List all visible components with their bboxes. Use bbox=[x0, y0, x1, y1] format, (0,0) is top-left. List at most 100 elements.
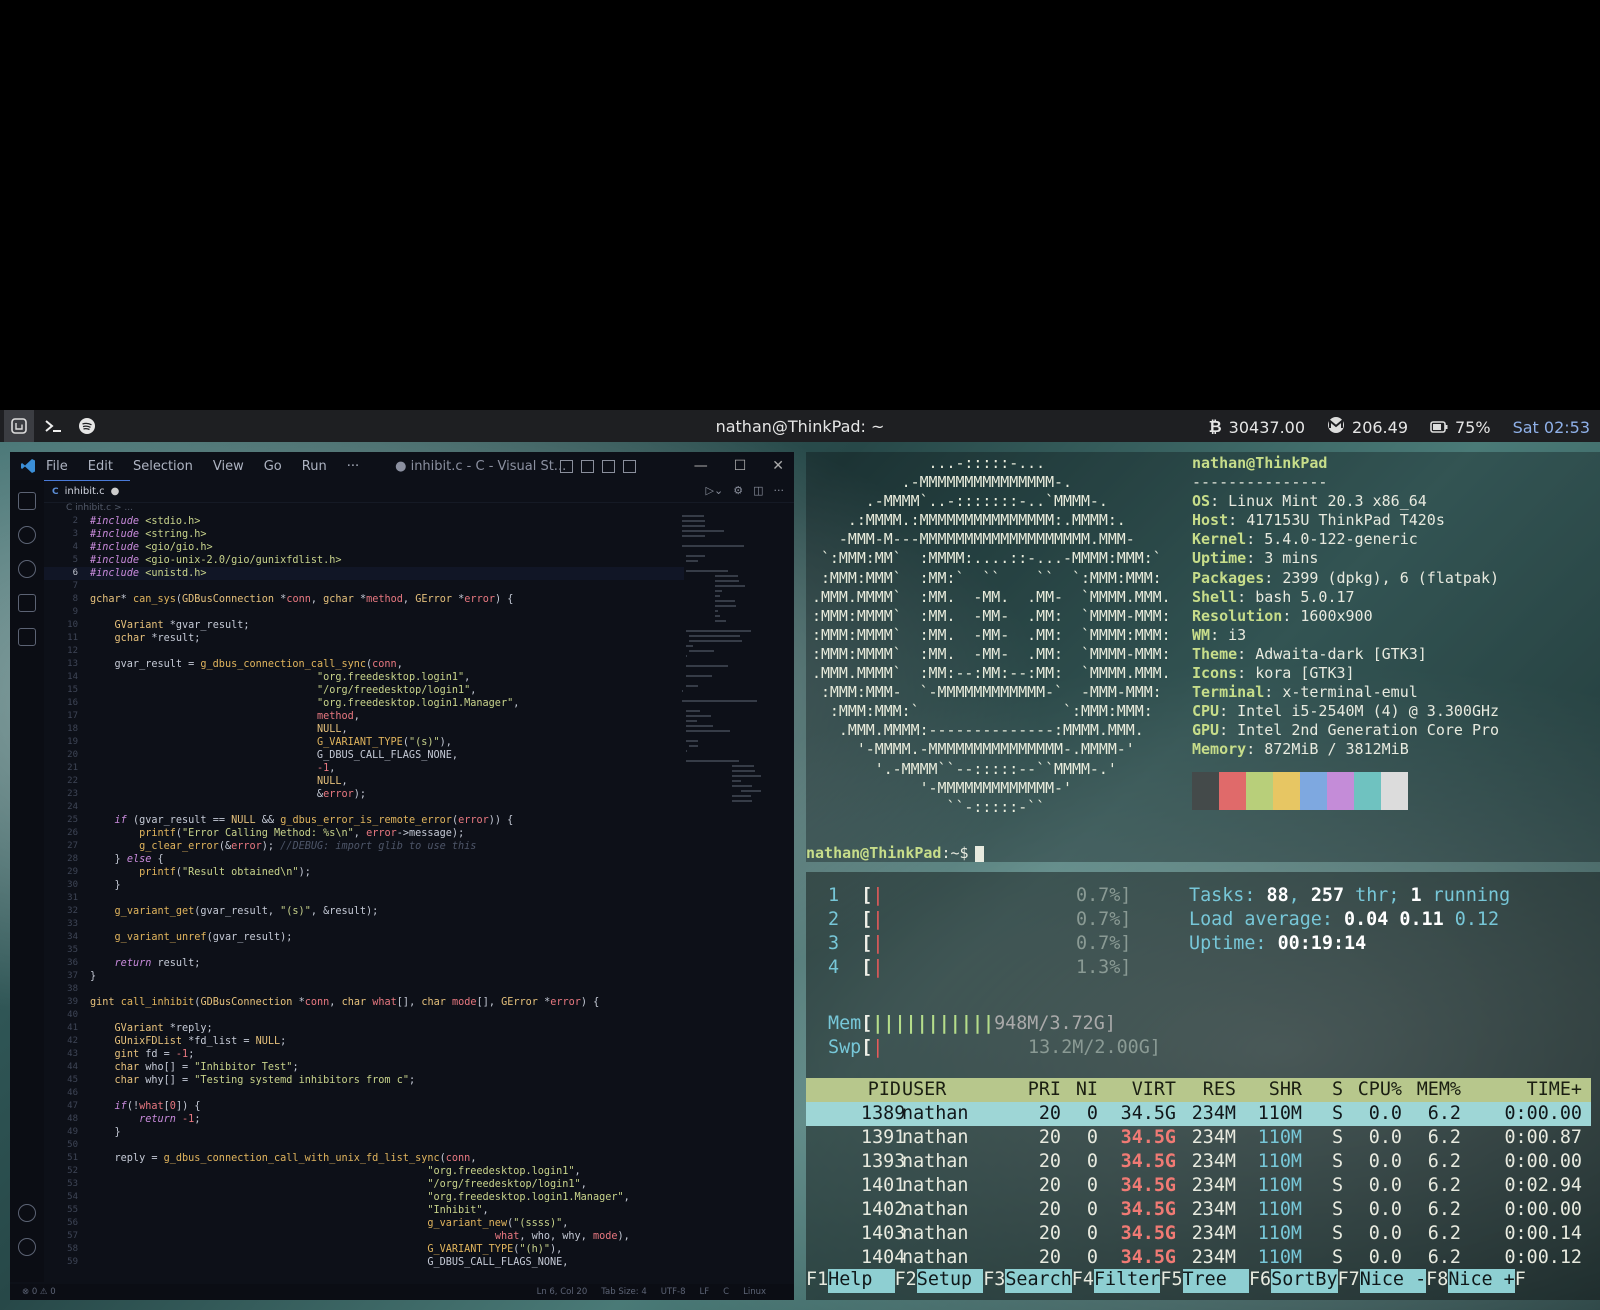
function-key[interactable]: F6 SortBy bbox=[1249, 1269, 1338, 1293]
code-line[interactable]: 41 GVariant *reply; bbox=[44, 1022, 684, 1035]
code-line[interactable]: 16 "org.freedesktop.login1.Manager", bbox=[44, 697, 684, 710]
code-line[interactable]: 5 #include <gio-unix-2.0/gio/gunixfdlist.… bbox=[44, 554, 684, 567]
status-item[interactable]: Linux bbox=[743, 1287, 766, 1297]
shell-prompt[interactable]: nathan@ThinkPad:~$ bbox=[806, 844, 984, 862]
code-line[interactable]: 37} bbox=[44, 970, 684, 983]
function-key[interactable]: F bbox=[1515, 1269, 1526, 1293]
run-debug-icon[interactable] bbox=[18, 594, 36, 612]
process-table-header[interactable]: PID USER PRI NI VIRT RES SHR S CPU% MEM% TIME+ bbox=[806, 1078, 1591, 1102]
code-line[interactable]: 36 return result; bbox=[44, 957, 684, 970]
menu-item[interactable]: Selection bbox=[133, 459, 193, 474]
search-icon[interactable] bbox=[18, 526, 36, 544]
unsaved-dot-icon[interactable]: ● bbox=[111, 486, 120, 497]
column-header[interactable]: PID bbox=[861, 1078, 901, 1102]
debug-settings-icon[interactable]: ⚙ bbox=[733, 484, 743, 497]
code-line[interactable]: 44 char who[] = "Inhibitor Test"; bbox=[44, 1061, 684, 1074]
breadcrumb[interactable]: C inhibit.c > ... bbox=[66, 503, 133, 513]
status-item[interactable]: LF bbox=[700, 1287, 710, 1297]
column-header[interactable]: MEM% bbox=[1411, 1078, 1461, 1102]
code-line[interactable]: 34 g_variant_unref(gvar_result); bbox=[44, 931, 684, 944]
column-header[interactable]: PRI bbox=[1021, 1078, 1061, 1102]
code-line[interactable]: 11 gchar *result; bbox=[44, 632, 684, 645]
menu-item[interactable]: View bbox=[213, 459, 244, 474]
function-key[interactable]: F2 Setup bbox=[895, 1269, 984, 1293]
code-line[interactable]: 39 gint call_inhibit(GDBusConnection *con… bbox=[44, 996, 684, 1009]
code-line[interactable]: 46 bbox=[44, 1087, 684, 1100]
terminal-icon[interactable] bbox=[38, 410, 68, 442]
column-header[interactable]: SHR bbox=[1250, 1078, 1302, 1102]
code-line[interactable]: 56 g_variant_new("(ssss)", bbox=[44, 1217, 684, 1230]
code-line[interactable]: 26 printf("Error Calling Method: %s\n", … bbox=[44, 827, 684, 840]
code-line[interactable]: 38 bbox=[44, 983, 684, 996]
code-line[interactable]: 13 gvar_result = g_dbus_connection_call_… bbox=[44, 658, 684, 671]
run-icon[interactable]: ▷⌄ bbox=[706, 484, 724, 497]
code-line[interactable]: 42 GUnixFDList *fd_list = NULL; bbox=[44, 1035, 684, 1048]
close-icon[interactable]: ✕ bbox=[772, 458, 784, 474]
code-line[interactable]: 43 gint fd = -1; bbox=[44, 1048, 684, 1061]
code-line[interactable]: 25 if (gvar_result == NULL && g_dbus_err… bbox=[44, 814, 684, 827]
column-header[interactable]: RES bbox=[1184, 1078, 1236, 1102]
column-header[interactable]: NI bbox=[1074, 1078, 1098, 1102]
settings-gear-icon[interactable] bbox=[18, 1238, 36, 1256]
code-line[interactable]: 35 bbox=[44, 944, 684, 957]
maximize-icon[interactable]: ☐ bbox=[734, 458, 747, 474]
code-line[interactable]: 24 bbox=[44, 801, 684, 814]
process-row[interactable]: 1401 nathan 20 0 34.5G 234M 110M S 0.0 6.2 0:02.94 bbox=[806, 1174, 1591, 1198]
code-line[interactable]: 23 &error); bbox=[44, 788, 684, 801]
code-line[interactable]: 19 G_VARIANT_TYPE("(s)"), bbox=[44, 736, 684, 749]
code-line[interactable]: 50 bbox=[44, 1139, 684, 1152]
tab-inhibit-c[interactable]: C inhibit.c ● bbox=[44, 480, 130, 502]
minimap[interactable] bbox=[682, 515, 782, 875]
process-row[interactable]: 1391 nathan 20 0 34.5G 234M 110M S 0.0 6.2 0:00.87 bbox=[806, 1126, 1591, 1150]
code-line[interactable]: 55 "Inhibit", bbox=[44, 1204, 684, 1217]
status-item[interactable]: Ln 6, Col 20 bbox=[537, 1287, 588, 1297]
code-line[interactable]: 12 bbox=[44, 645, 684, 658]
code-line[interactable]: 45 char why[] = "Testing systemd inhibit… bbox=[44, 1074, 684, 1087]
code-line[interactable]: 49 } bbox=[44, 1126, 684, 1139]
terminal-neofetch[interactable]: ...-:::::-... .-MMMMMMMMMMMMMMM-. .-MMMM… bbox=[806, 452, 1600, 862]
status-item[interactable]: C bbox=[723, 1287, 729, 1297]
code-line[interactable]: 21 -1, bbox=[44, 762, 684, 775]
code-editor[interactable]: 2 #include <stdio.h> 3 #include <string.h> 4… bbox=[44, 515, 684, 1275]
code-line[interactable]: 20 G_DBUS_CALL_FLAGS_NONE, bbox=[44, 749, 684, 762]
code-line[interactable]: 22 NULL, bbox=[44, 775, 684, 788]
code-line[interactable]: 30 } bbox=[44, 879, 684, 892]
code-line[interactable]: 7 bbox=[44, 580, 684, 593]
code-line[interactable]: 27 g_clear_error(&error); //DEBUG: impor… bbox=[44, 840, 684, 853]
column-header[interactable]: VIRT bbox=[1118, 1078, 1176, 1102]
code-line[interactable]: 40 bbox=[44, 1009, 684, 1022]
source-control-icon[interactable] bbox=[18, 560, 36, 578]
minimize-icon[interactable]: — bbox=[694, 458, 708, 474]
code-line[interactable]: 58 G_VARIANT_TYPE("(h)"), bbox=[44, 1243, 684, 1256]
code-line[interactable]: 4 #include <gio/gio.h> bbox=[44, 541, 684, 554]
toggle-sidebar-icon[interactable] bbox=[560, 460, 573, 473]
status-item[interactable]: UTF-8 bbox=[661, 1287, 686, 1297]
code-line[interactable]: 28 } else { bbox=[44, 853, 684, 866]
function-key[interactable]: F4 Filter bbox=[1072, 1269, 1161, 1293]
code-line[interactable]: 57 what, who, why, mode), bbox=[44, 1230, 684, 1243]
problems-count[interactable]: ⊗ 0 ⚠ 0 bbox=[22, 1287, 56, 1297]
extensions-icon[interactable] bbox=[18, 628, 36, 646]
split-editor-icon[interactable]: ◫ bbox=[753, 484, 763, 497]
code-line[interactable]: 47 if(!what[0]) { bbox=[44, 1100, 684, 1113]
menu-item[interactable]: ··· bbox=[347, 459, 359, 474]
code-line[interactable]: 32 g_variant_get(gvar_result, "(s)", &re… bbox=[44, 905, 684, 918]
code-line[interactable]: 18 NULL, bbox=[44, 723, 684, 736]
process-row[interactable]: 1403 nathan 20 0 34.5G 234M 110M S 0.0 6.2 0:00.14 bbox=[806, 1222, 1591, 1246]
spotify-icon[interactable] bbox=[72, 410, 102, 442]
process-row[interactable]: 1393 nathan 20 0 34.5G 234M 110M S 0.0 6.2 0:00.00 bbox=[806, 1150, 1591, 1174]
toggle-panel-icon[interactable] bbox=[581, 460, 594, 473]
code-line[interactable]: 14 "org.freedesktop.login1", bbox=[44, 671, 684, 684]
menu-item[interactable]: File bbox=[46, 459, 68, 474]
code-line[interactable]: 8 gchar* can_sys(GDBusConnection *conn, g… bbox=[44, 593, 684, 606]
column-header[interactable]: USER bbox=[902, 1078, 946, 1102]
accounts-icon[interactable] bbox=[18, 1204, 36, 1222]
column-header[interactable]: TIME+ bbox=[1470, 1078, 1582, 1102]
function-key[interactable]: F5 Tree bbox=[1160, 1269, 1249, 1293]
more-actions-icon[interactable]: ··· bbox=[774, 484, 785, 497]
code-line[interactable]: 33 bbox=[44, 918, 684, 931]
code-line[interactable]: 54 "org.freedesktop.login1.Manager", bbox=[44, 1191, 684, 1204]
code-line[interactable]: 52 "org.freedesktop.login1", bbox=[44, 1165, 684, 1178]
code-line[interactable]: 29 printf("Result obtained\n"); bbox=[44, 866, 684, 879]
status-item[interactable]: Tab Size: 4 bbox=[601, 1287, 647, 1297]
